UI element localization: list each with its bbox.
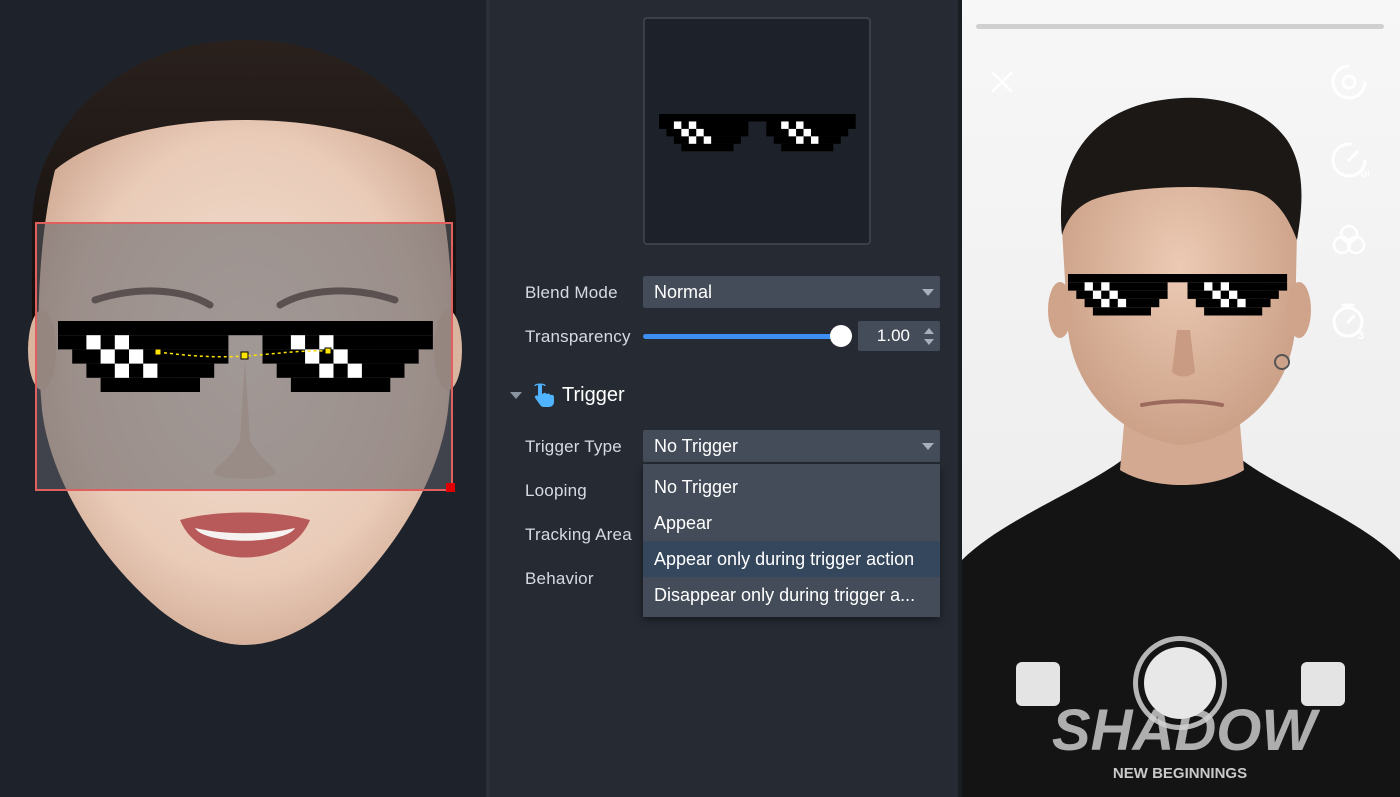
transparency-slider-track[interactable] — [643, 334, 841, 339]
anchor-point-left — [154, 348, 162, 356]
anchor-point-center — [240, 351, 249, 360]
tracking-area-label: Tracking Area — [525, 525, 632, 544]
transparency-value: 1.00 — [876, 326, 910, 345]
chevron-down-icon — [922, 289, 934, 296]
blend-mode-value: Normal — [654, 282, 713, 302]
timer-badge-text: 3 — [1358, 330, 1364, 340]
gallery-button[interactable] — [1016, 662, 1060, 706]
sunglasses-image — [659, 114, 856, 152]
trigger-type-dropdown-menu: No Trigger Appear Appear only during tri… — [643, 464, 940, 617]
face-template-panel — [0, 0, 486, 797]
chevron-down-icon — [922, 443, 934, 450]
timer-icon[interactable]: 3 — [1330, 300, 1370, 340]
blend-mode-label: Blend Mode — [525, 283, 618, 302]
blend-mode-select[interactable]: Normal — [643, 276, 940, 308]
properties-panel: Blend Mode Normal Transparency 1.00 Trig… — [490, 0, 958, 797]
trigger-section-header[interactable]: Trigger — [510, 380, 625, 410]
behavior-label: Behavior — [525, 569, 594, 588]
close-icon[interactable] — [990, 70, 1014, 94]
transparency-label: Transparency — [525, 327, 631, 346]
anchor-point-right — [324, 347, 332, 355]
collapse-triangle-icon[interactable] — [510, 391, 522, 399]
looping-label: Looping — [525, 481, 587, 500]
trigger-type-label: Trigger Type — [525, 437, 622, 456]
shutter-button[interactable] — [1133, 636, 1227, 730]
camera-preview-panel: SHADOW NEW BEGINNINGS off 3 — [962, 0, 1400, 797]
dropdown-option-appear[interactable]: Appear — [643, 505, 940, 541]
beauty-filter-icon[interactable] — [1331, 222, 1367, 258]
preview-progress-bar — [976, 24, 1384, 29]
shirt-print-subtext: NEW BEGINNINGS — [1113, 765, 1247, 782]
dropdown-option-no-trigger[interactable]: No Trigger — [643, 469, 940, 505]
trigger-type-select[interactable]: No Trigger — [643, 430, 940, 462]
dropdown-option-appear-during-trigger[interactable]: Appear only during trigger action — [643, 541, 940, 577]
trigger-section-title: Trigger — [562, 383, 625, 406]
transparency-slider-handle[interactable] — [830, 325, 852, 347]
face-template-canvas[interactable] — [0, 0, 486, 797]
trigger-type-value: No Trigger — [654, 436, 739, 456]
increment-arrow-icon[interactable] — [924, 328, 934, 334]
speed-icon[interactable]: off — [1329, 140, 1369, 180]
transparency-input[interactable]: 1.00 — [858, 321, 940, 351]
sticker-thumbnail[interactable] — [643, 17, 871, 245]
decrement-arrow-icon[interactable] — [924, 339, 934, 345]
effects-button[interactable] — [1301, 662, 1345, 706]
shutter-inner — [1144, 647, 1216, 719]
flip-camera-icon[interactable] — [1329, 62, 1369, 102]
resize-handle — [446, 483, 455, 492]
dropdown-option-disappear-during-trigger[interactable]: Disappear only during trigger a... — [643, 577, 940, 613]
pointing-hand-icon — [534, 383, 554, 407]
speed-badge-text: off — [1361, 169, 1369, 180]
